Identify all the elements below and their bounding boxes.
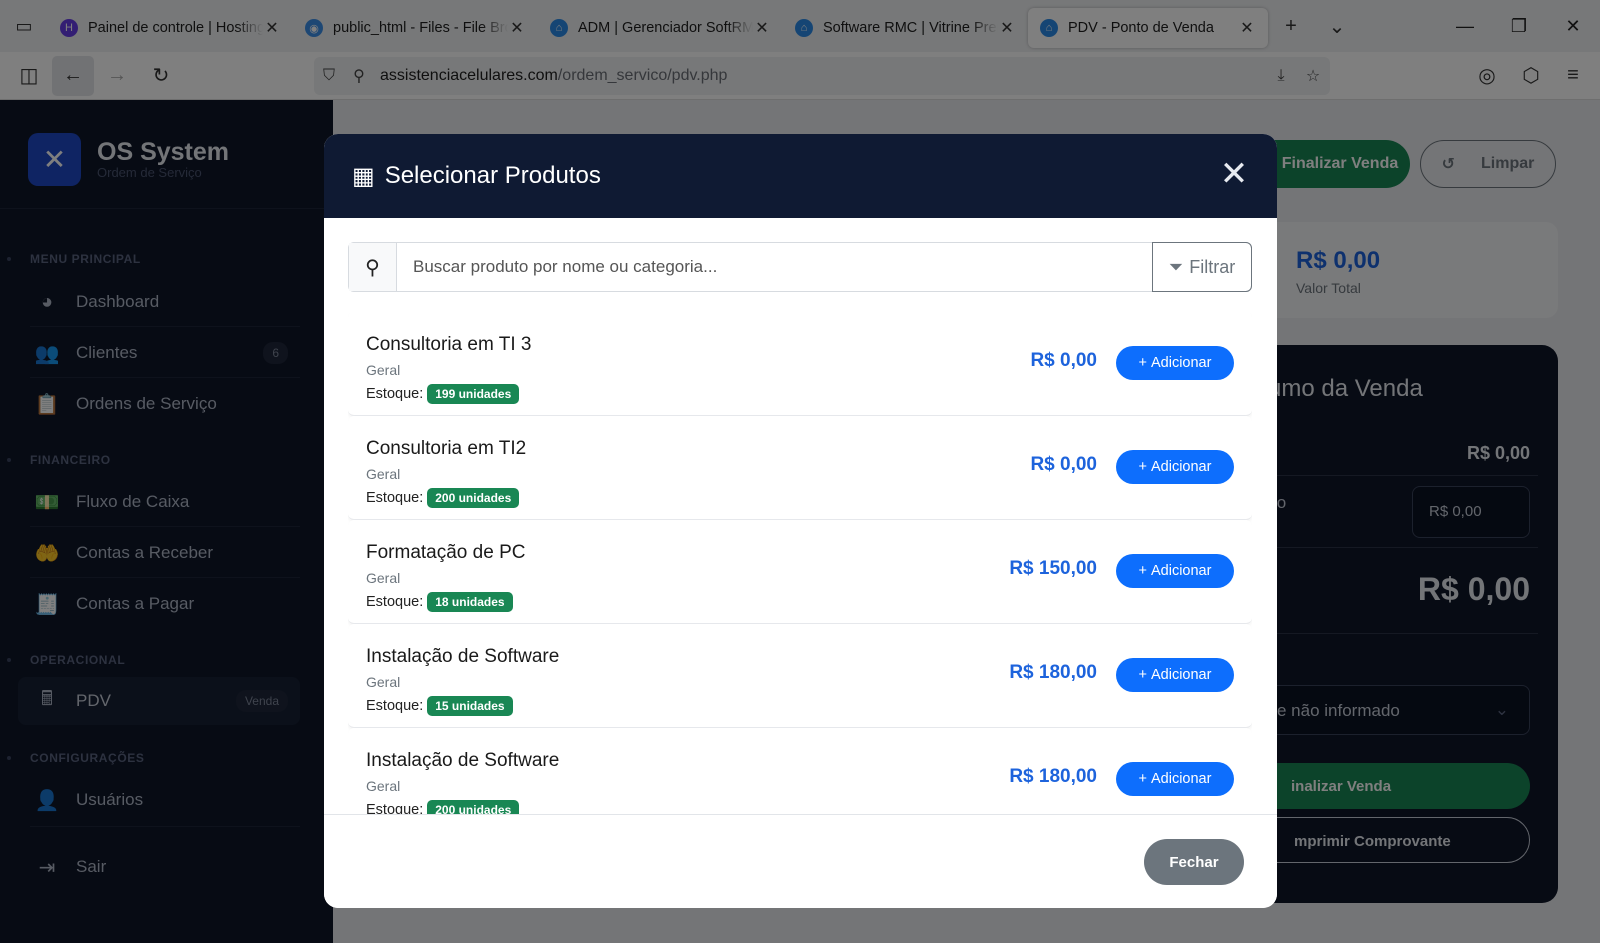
product-price: R$ 180,00	[1009, 662, 1097, 683]
plus-icon: +	[1138, 667, 1147, 683]
product-name: Consultoria em TI 3	[366, 334, 532, 355]
stock-label: Estoque:	[366, 490, 424, 506]
product-name: Instalação de Software	[366, 646, 560, 667]
button-label: Adicionar	[1151, 563, 1212, 579]
stock-label: Estoque:	[366, 594, 424, 610]
button-label: Filtrar	[1189, 256, 1236, 277]
product-price: R$ 180,00	[1009, 766, 1097, 787]
product-category: Geral	[366, 362, 401, 378]
stock-label: Estoque:	[366, 386, 424, 402]
close-icon[interactable]: ✕	[1219, 157, 1249, 191]
stock-badge: 200 unidades	[427, 488, 520, 508]
button-label: Adicionar	[1151, 667, 1212, 683]
list-item: Instalação de Software Geral Estoque: 200…	[348, 728, 1252, 824]
plus-icon: +	[1138, 459, 1147, 475]
list-item: Consultoria em TI 3 Geral Estoque: 199 un…	[348, 312, 1252, 416]
plus-icon: +	[1138, 771, 1147, 787]
product-price: R$ 0,00	[1030, 454, 1097, 475]
boxes-icon: ▦	[352, 162, 375, 190]
product-price: R$ 150,00	[1009, 558, 1097, 579]
modal-footer: Fechar	[324, 814, 1277, 908]
product-name: Instalação de Software	[366, 750, 560, 771]
button-label: Adicionar	[1151, 771, 1212, 787]
add-product-button[interactable]: + Adicionar	[1116, 554, 1234, 588]
stock-label: Estoque:	[366, 698, 424, 714]
stock-badge: 199 unidades	[427, 384, 520, 404]
add-product-button[interactable]: + Adicionar	[1116, 658, 1234, 692]
search-icon: ⚲	[349, 243, 397, 291]
product-category: Geral	[366, 570, 401, 586]
filter-button[interactable]: ⏷ Filtrar	[1152, 242, 1252, 292]
list-item: Consultoria em TI2 Geral Estoque: 200 uni…	[348, 416, 1252, 520]
plus-icon: +	[1138, 355, 1147, 371]
product-category: Geral	[366, 466, 401, 482]
list-item: Instalação de Software Geral Estoque: 15 …	[348, 624, 1252, 728]
product-category: Geral	[366, 778, 401, 794]
add-product-button[interactable]: + Adicionar	[1116, 346, 1234, 380]
add-product-button[interactable]: + Adicionar	[1116, 762, 1234, 796]
product-stock: Estoque: 15 unidades	[366, 696, 513, 716]
product-list: Consultoria em TI 3 Geral Estoque: 199 un…	[348, 312, 1252, 824]
button-label: Adicionar	[1151, 459, 1212, 475]
stock-badge: 15 unidades	[427, 696, 513, 716]
fechar-button[interactable]: Fechar	[1144, 839, 1244, 885]
product-name: Consultoria em TI2	[366, 438, 527, 459]
modal-title: Selecionar Produtos	[384, 162, 601, 189]
selecionar-produtos-modal: ▦ Selecionar Produtos ✕ ⚲ ⏷ Filtrar Cons…	[324, 134, 1277, 908]
modal-header: ▦ Selecionar Produtos ✕	[324, 134, 1277, 218]
product-price: R$ 0,00	[1030, 350, 1097, 371]
list-item: Formatação de PC Geral Estoque: 18 unidad…	[348, 520, 1252, 624]
product-stock: Estoque: 18 unidades	[366, 592, 513, 612]
product-category: Geral	[366, 674, 401, 690]
product-name: Formatação de PC	[366, 542, 526, 563]
product-search: ⚲ ⏷ Filtrar	[348, 242, 1252, 292]
product-stock: Estoque: 200 unidades	[366, 488, 520, 508]
stock-badge: 18 unidades	[427, 592, 513, 612]
search-input[interactable]	[397, 243, 1152, 291]
filter-icon: ⏷	[1168, 256, 1184, 277]
button-label: Adicionar	[1151, 355, 1212, 371]
add-product-button[interactable]: + Adicionar	[1116, 450, 1234, 484]
product-stock: Estoque: 199 unidades	[366, 384, 520, 404]
plus-icon: +	[1138, 563, 1147, 579]
